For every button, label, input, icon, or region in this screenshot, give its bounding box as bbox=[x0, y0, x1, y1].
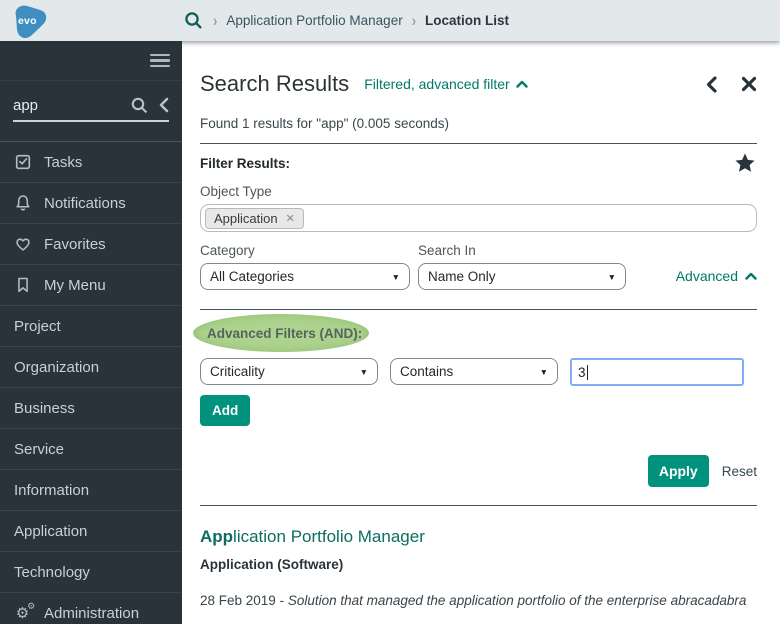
result-title-rest: lication Portfolio Manager bbox=[233, 527, 425, 546]
dropdown-arrow-icon: ▼ bbox=[391, 271, 400, 282]
sidebar-collapse-icon[interactable] bbox=[158, 97, 169, 113]
sidebar: app Tasks Notifications Favorites My Men… bbox=[0, 41, 182, 624]
add-filter-button[interactable]: Add bbox=[200, 395, 251, 426]
chip-label: Application bbox=[214, 210, 278, 226]
tasks-icon bbox=[13, 153, 32, 172]
result-type: Application (Software) bbox=[200, 557, 344, 572]
search-results-panel: Search Results Filtered, advanced filter… bbox=[182, 41, 780, 624]
sidebar-item-label: Service bbox=[14, 440, 65, 458]
advanced-filters-heading: Advanced Filters (AND): bbox=[207, 326, 363, 341]
sidebar-search-input[interactable]: app bbox=[13, 81, 169, 122]
divider bbox=[200, 143, 757, 144]
advanced-toggle[interactable]: Advanced bbox=[676, 268, 757, 284]
search-in-value: Name Only bbox=[428, 269, 496, 284]
breadcrumb-item-location-list: Location List bbox=[425, 13, 510, 28]
sidebar-item-label: Technology bbox=[14, 563, 90, 581]
filter-field-value: Criticality bbox=[210, 364, 265, 379]
sidebar-item-my-menu[interactable]: My Menu bbox=[0, 264, 182, 305]
sidebar-search-icon[interactable] bbox=[130, 96, 149, 115]
search-result-item: Application Portfolio Manager Applicatio… bbox=[200, 527, 757, 608]
filter-operator-value: Contains bbox=[400, 364, 454, 379]
sidebar-item-favorites[interactable]: Favorites bbox=[0, 223, 182, 264]
sidebar-item-label: Organization bbox=[14, 358, 100, 376]
object-type-chip[interactable]: Application ✕ bbox=[205, 207, 304, 229]
results-summary: Found 1 results for "app" (0.005 seconds… bbox=[200, 116, 449, 131]
divider bbox=[200, 505, 757, 506]
filter-state-caret-icon bbox=[516, 80, 528, 88]
sidebar-top-row bbox=[0, 41, 182, 81]
topbar: evo › Application Portfolio Manager › Lo… bbox=[0, 0, 780, 41]
object-type-input[interactable]: Application ✕ bbox=[200, 204, 757, 232]
notifications-icon bbox=[13, 194, 32, 213]
dropdown-arrow-icon: ▼ bbox=[607, 271, 616, 282]
category-select[interactable]: All Categories ▼ bbox=[200, 263, 410, 290]
favorites-icon bbox=[13, 235, 32, 254]
sidebar-item-label: Favorites bbox=[44, 235, 106, 253]
text-cursor bbox=[586, 364, 588, 380]
sidebar-item-organization[interactable]: Organization bbox=[0, 346, 182, 387]
apply-button[interactable]: Apply bbox=[647, 455, 709, 487]
back-icon[interactable] bbox=[706, 75, 717, 93]
sidebar-search-value: app bbox=[13, 96, 39, 114]
breadcrumb-item-app-portfolio-manager[interactable]: Application Portfolio Manager bbox=[226, 13, 402, 28]
sidebar-item-label: Application bbox=[14, 522, 88, 540]
filter-value-input[interactable]: 3 bbox=[570, 358, 744, 386]
result-date: 28 Feb 2019 - bbox=[200, 593, 288, 608]
application-window: evo › Application Portfolio Manager › Lo… bbox=[0, 0, 780, 624]
menu-icon[interactable] bbox=[150, 51, 170, 71]
sidebar-item-application[interactable]: Application bbox=[0, 510, 182, 551]
sidebar-item-label: Business bbox=[14, 399, 75, 417]
category-label: Category bbox=[200, 243, 255, 258]
breadcrumb-separator-icon: › bbox=[411, 11, 417, 30]
filter-value-text: 3 bbox=[578, 364, 586, 380]
advanced-caret-icon bbox=[745, 272, 757, 280]
administration-gears-icon: ⚙ ⚙ bbox=[15, 600, 36, 622]
sidebar-item-business[interactable]: Business bbox=[0, 387, 182, 428]
remove-chip-icon[interactable]: ✕ bbox=[286, 212, 295, 225]
filter-state-label: Filtered, advanced filter bbox=[364, 76, 510, 92]
result-description-text: Solution that managed the application po… bbox=[287, 593, 747, 608]
sidebar-item-label: Information bbox=[14, 481, 90, 499]
sidebar-item-project[interactable]: Project bbox=[0, 305, 182, 346]
sidebar-item-service[interactable]: Service bbox=[0, 428, 182, 469]
filter-operator-select[interactable]: Contains ▼ bbox=[390, 358, 558, 385]
sidebar-item-notifications[interactable]: Notifications bbox=[0, 182, 182, 223]
favorite-star-icon[interactable] bbox=[733, 151, 757, 175]
dropdown-arrow-icon: ▼ bbox=[539, 366, 548, 377]
sidebar-item-label: Administration bbox=[44, 604, 140, 622]
dropdown-arrow-icon: ▼ bbox=[359, 366, 368, 377]
sidebar-item-label: My Menu bbox=[44, 276, 106, 294]
sidebar-nav: Tasks Notifications Favorites My Menu Pr… bbox=[0, 141, 182, 624]
filter-state-toggle[interactable]: Filtered, advanced filter bbox=[364, 76, 528, 92]
filter-field-select[interactable]: Criticality ▼ bbox=[200, 358, 378, 385]
result-title-link[interactable]: Application Portfolio Manager bbox=[200, 527, 757, 547]
logo-text: evo bbox=[18, 15, 37, 27]
breadcrumb-search-icon[interactable] bbox=[183, 10, 204, 31]
sidebar-item-label: Project bbox=[14, 317, 61, 335]
sidebar-item-information[interactable]: Information bbox=[0, 469, 182, 510]
search-in-select[interactable]: Name Only ▼ bbox=[418, 263, 626, 290]
evo-logo[interactable]: evo bbox=[10, 3, 48, 39]
result-title-highlight: App bbox=[200, 527, 234, 546]
sidebar-item-label: Notifications bbox=[44, 194, 126, 212]
filter-results-heading: Filter Results: bbox=[200, 155, 291, 171]
page-title: Search Results bbox=[200, 71, 350, 96]
object-type-label: Object Type bbox=[200, 184, 272, 199]
breadcrumb-separator-icon: › bbox=[213, 11, 218, 30]
search-in-label: Search In bbox=[418, 243, 476, 258]
reset-link[interactable]: Reset bbox=[722, 464, 757, 479]
result-description: 28 Feb 2019 - Solution that managed the … bbox=[200, 593, 757, 608]
category-value: All Categories bbox=[210, 269, 295, 284]
my-menu-icon bbox=[13, 276, 32, 295]
breadcrumb: › Application Portfolio Manager › Locati… bbox=[183, 10, 509, 31]
divider bbox=[200, 309, 757, 310]
sidebar-item-technology[interactable]: Technology bbox=[0, 551, 182, 592]
close-icon[interactable] bbox=[741, 76, 757, 92]
sidebar-item-tasks[interactable]: Tasks bbox=[0, 141, 182, 182]
sidebar-item-administration[interactable]: ⚙ ⚙ Administration bbox=[0, 592, 182, 624]
advanced-label: Advanced bbox=[675, 268, 738, 284]
sidebar-item-label: Tasks bbox=[44, 153, 83, 171]
